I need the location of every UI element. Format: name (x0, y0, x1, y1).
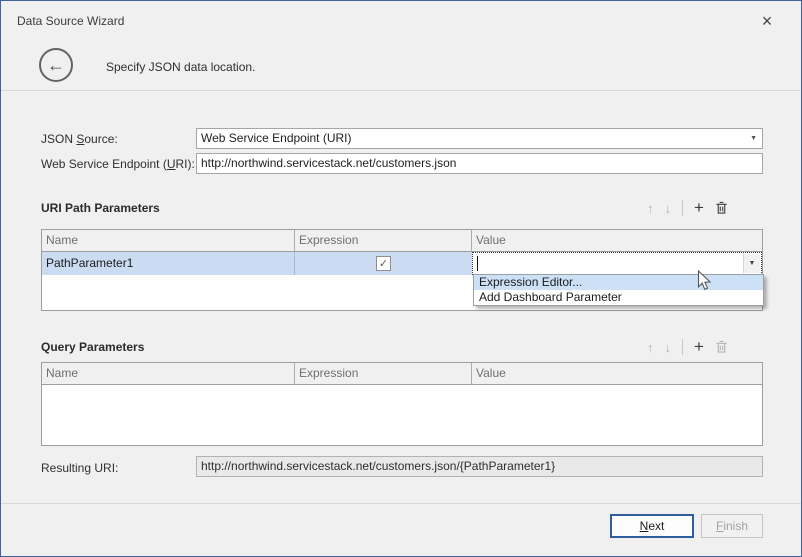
uri-path-parameters-title: URI Path Parameters (41, 201, 160, 215)
data-source-wizard-dialog: Data Source Wizard × ← Specify JSON data… (0, 0, 802, 557)
editor-dropdown-button[interactable]: ▼ (743, 254, 760, 273)
chevron-down-icon: ▼ (749, 253, 756, 275)
chevron-down-icon[interactable]: ▼ (750, 129, 757, 148)
move-down-icon[interactable]: ↓ (665, 202, 672, 215)
mouse-cursor-icon (697, 270, 713, 295)
uri-path-parameters-toolbar: ↑ ↓ + (647, 199, 728, 217)
parameter-name-cell[interactable]: PathParameter1 (42, 252, 295, 275)
column-header-name[interactable]: Name (42, 230, 295, 251)
close-icon[interactable]: × (753, 9, 781, 33)
column-header-name[interactable]: Name (42, 363, 295, 384)
resulting-uri-field: http://northwind.servicestack.net/custom… (196, 456, 763, 477)
add-parameter-icon[interactable]: + (694, 338, 704, 355)
value-dropdown-list: Expression Editor... Add Dashboard Param… (473, 274, 764, 306)
dropdown-item-expression-editor[interactable]: Expression Editor... (474, 275, 763, 290)
column-header-value[interactable]: Value (472, 363, 762, 384)
json-source-combobox[interactable]: Web Service Endpoint (URI) ▼ (196, 128, 763, 149)
check-icon: ✓ (379, 253, 388, 275)
finish-button[interactable]: Finish (701, 514, 763, 538)
footer-divider (1, 503, 801, 504)
table-header: Name Expression Value (42, 363, 762, 385)
window-title: Data Source Wizard (17, 14, 124, 28)
move-down-icon[interactable]: ↓ (665, 341, 672, 354)
header-divider (1, 90, 801, 91)
dropdown-item-add-dashboard-parameter[interactable]: Add Dashboard Parameter (474, 290, 763, 305)
query-parameters-toolbar: ↑ ↓ + (647, 338, 728, 356)
json-source-value: Web Service Endpoint (URI) (201, 131, 352, 145)
column-header-expression[interactable]: Expression (295, 230, 472, 251)
table-header: Name Expression Value (42, 230, 762, 252)
back-arrow-icon: ← (47, 55, 65, 76)
endpoint-value: http://northwind.servicestack.net/custom… (201, 156, 456, 170)
column-header-value[interactable]: Value (472, 230, 762, 251)
next-button[interactable]: Next (610, 514, 694, 538)
trash-icon[interactable] (715, 340, 728, 354)
column-header-expression[interactable]: Expression (295, 363, 472, 384)
expression-checkbox[interactable]: ✓ (376, 256, 391, 271)
toolbar-separator (682, 339, 683, 355)
resulting-uri-value: http://northwind.servicestack.net/custom… (201, 459, 555, 473)
query-parameters-table: Name Expression Value (41, 362, 763, 446)
value-cell[interactable]: ▼ (472, 252, 762, 275)
toolbar-separator (682, 200, 683, 216)
move-up-icon[interactable]: ↑ (647, 341, 654, 354)
text-caret (477, 256, 478, 271)
json-source-label: JSON Source: (41, 132, 118, 146)
resulting-uri-label: Resulting URI: (41, 461, 118, 475)
value-editor[interactable]: ▼ (472, 252, 762, 275)
add-parameter-icon[interactable]: + (694, 199, 704, 216)
endpoint-label: Web Service Endpoint (URI): (41, 157, 195, 171)
trash-icon[interactable] (715, 201, 728, 215)
table-row[interactable]: PathParameter1 ✓ ▼ (42, 252, 762, 275)
endpoint-input[interactable]: http://northwind.servicestack.net/custom… (196, 153, 763, 174)
query-parameters-title: Query Parameters (41, 340, 144, 354)
expression-cell[interactable]: ✓ (295, 252, 472, 275)
page-instruction: Specify JSON data location. (106, 60, 255, 74)
move-up-icon[interactable]: ↑ (647, 202, 654, 215)
back-button[interactable]: ← (39, 48, 73, 82)
